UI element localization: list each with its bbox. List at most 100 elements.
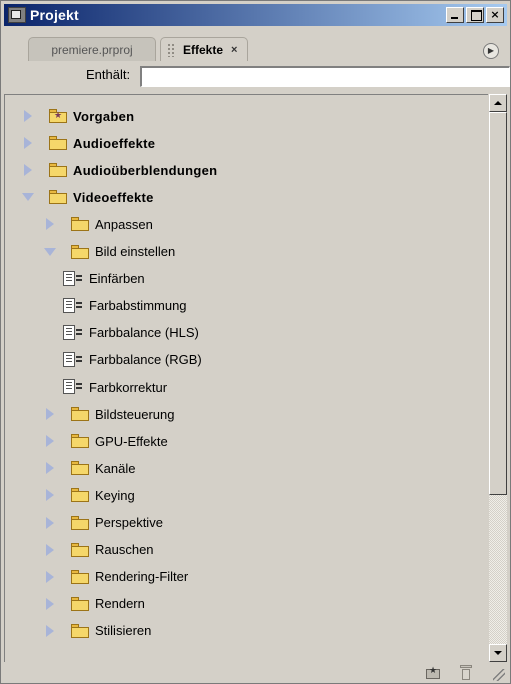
tree-item-label: Stilisieren xyxy=(95,623,152,639)
bottom-toolbar: ★ xyxy=(4,663,507,683)
tree-item-label: Anpassen xyxy=(95,216,153,232)
trash-icon[interactable] xyxy=(460,665,472,680)
collapsed-triangle-icon[interactable] xyxy=(46,597,54,610)
collapsed-triangle-icon[interactable] xyxy=(24,164,32,177)
scroll-down-button[interactable] xyxy=(489,644,507,662)
folder-item[interactable]: Rendering-Filter xyxy=(5,564,488,590)
video-effect-icon xyxy=(63,379,83,395)
folder-item[interactable]: Videoeffekte xyxy=(5,184,488,210)
folder-item[interactable]: Anpassen xyxy=(5,211,488,237)
effect-item[interactable]: Farbbalance (RGB) xyxy=(5,347,488,373)
collapsed-triangle-icon[interactable] xyxy=(46,408,54,421)
effect-item[interactable]: Farbkorrektur xyxy=(5,374,488,400)
collapsed-triangle-icon[interactable] xyxy=(46,543,54,556)
video-effect-icon xyxy=(63,270,83,287)
folder-icon xyxy=(71,515,89,530)
collapsed-triangle-icon[interactable] xyxy=(46,624,54,637)
tree-item-label: Rendering-Filter xyxy=(95,569,189,585)
collapsed-triangle-icon[interactable] xyxy=(46,570,54,583)
project-window: Projekt × premiere.prproj Effekte × ▶ En… xyxy=(0,0,511,684)
tree-item-label: Bildsteuerung xyxy=(95,406,175,422)
search-row: Enthält: xyxy=(4,62,510,90)
tree-item-label: Audioüberblendungen xyxy=(73,162,218,178)
tree-item-label: Farbbalance (RGB) xyxy=(89,352,202,368)
title-bar[interactable]: Projekt × xyxy=(4,4,507,26)
collapsed-triangle-icon[interactable] xyxy=(24,137,32,150)
vertical-scrollbar[interactable] xyxy=(489,94,507,662)
collapsed-triangle-icon[interactable] xyxy=(46,218,54,231)
folder-icon xyxy=(71,217,89,232)
folder-icon xyxy=(71,623,89,638)
collapsed-triangle-icon[interactable] xyxy=(46,435,54,448)
close-button[interactable]: × xyxy=(486,7,504,23)
collapsed-triangle-icon[interactable] xyxy=(46,489,54,502)
tree-item-label: Perspektive xyxy=(95,515,163,530)
video-effect-icon xyxy=(63,351,83,368)
maximize-button[interactable] xyxy=(466,7,484,23)
folder-item[interactable]: Stilisieren xyxy=(5,618,488,644)
scroll-up-button[interactable] xyxy=(489,94,507,112)
panel-menu-icon[interactable]: ▶ xyxy=(483,43,499,59)
tree-item-label: Audioeffekte xyxy=(73,135,156,151)
folder-item[interactable]: Kanäle xyxy=(5,455,488,481)
folder-item[interactable]: Perspektive xyxy=(5,510,488,536)
folder-icon xyxy=(71,434,89,449)
presets-folder-icon xyxy=(49,109,67,123)
folder-item[interactable]: Keying xyxy=(5,482,488,508)
video-effect-icon xyxy=(63,297,83,314)
folder-icon xyxy=(71,488,89,503)
tree-item-label: Rauschen xyxy=(95,542,154,558)
folder-item[interactable]: GPU-Effekte xyxy=(5,428,488,454)
tab-close-icon[interactable]: × xyxy=(231,44,237,56)
premiere-app-icon xyxy=(8,7,26,23)
effect-item[interactable]: Farbbalance (HLS) xyxy=(5,320,488,346)
folder-icon xyxy=(71,407,89,422)
minimize-button[interactable] xyxy=(446,7,464,23)
effects-tree: Vorgaben Audioeffekte Audioüberblendungen V… xyxy=(4,94,488,662)
resize-grip-icon[interactable] xyxy=(493,669,505,681)
tree-item-label: Rendern xyxy=(95,596,145,612)
new-bin-icon[interactable]: ★ xyxy=(426,666,442,679)
folder-item[interactable]: Rauschen xyxy=(5,537,488,563)
collapsed-triangle-icon[interactable] xyxy=(24,110,32,122)
folder-item[interactable]: Rendern xyxy=(5,591,488,617)
tree-item-label: Kanäle xyxy=(95,460,136,476)
folder-item[interactable]: Bild einstellen xyxy=(5,239,488,265)
tab-effekte[interactable]: Effekte × xyxy=(160,37,249,61)
folder-item[interactable]: Bildsteuerung xyxy=(5,401,488,427)
tab-grip-icon[interactable] xyxy=(167,42,175,57)
collapsed-triangle-icon[interactable] xyxy=(46,462,54,475)
tree-item-label: Videoeffekte xyxy=(73,189,154,205)
folder-item[interactable]: Audioeffekte xyxy=(5,130,488,156)
tab-label: premiere.prproj xyxy=(51,42,133,57)
folder-icon xyxy=(71,244,89,259)
folder-icon xyxy=(71,596,89,611)
folder-icon xyxy=(71,461,89,476)
tree-item-label: Farbkorrektur xyxy=(89,379,168,395)
search-input[interactable] xyxy=(140,66,510,87)
effect-item[interactable]: Einfärben xyxy=(5,266,488,292)
tree-item-label: Einfärben xyxy=(89,271,145,287)
tree-item-label: GPU-Effekte xyxy=(95,433,168,449)
folder-icon xyxy=(49,136,67,151)
folder-icon xyxy=(71,569,89,584)
tree-item-label: Farbabstimmung xyxy=(89,298,187,314)
tree-item-label: Keying xyxy=(95,487,135,503)
tree-item-label: Vorgaben xyxy=(73,108,135,124)
expanded-triangle-icon[interactable] xyxy=(44,247,56,256)
tree-item-label: Farbbalance (HLS) xyxy=(89,325,199,341)
collapsed-triangle-icon[interactable] xyxy=(46,516,54,529)
search-label: Enthält: xyxy=(86,67,131,82)
folder-icon xyxy=(49,163,67,178)
expanded-triangle-icon[interactable] xyxy=(22,193,34,202)
effect-item[interactable]: Farbabstimmung xyxy=(5,293,488,319)
tree-item-label: Bild einstellen xyxy=(95,244,176,259)
tab-premiere-prproj[interactable]: premiere.prproj xyxy=(28,37,156,61)
folder-item[interactable]: Vorgaben xyxy=(5,103,488,129)
video-effect-icon xyxy=(63,324,83,341)
folder-item[interactable]: Audioüberblendungen xyxy=(5,157,488,183)
tab-label: Effekte xyxy=(183,42,224,57)
scroll-thumb[interactable] xyxy=(489,112,507,495)
panel-tabs: premiere.prproj Effekte × ▶ xyxy=(4,37,507,61)
window-title: Projekt xyxy=(30,7,79,23)
